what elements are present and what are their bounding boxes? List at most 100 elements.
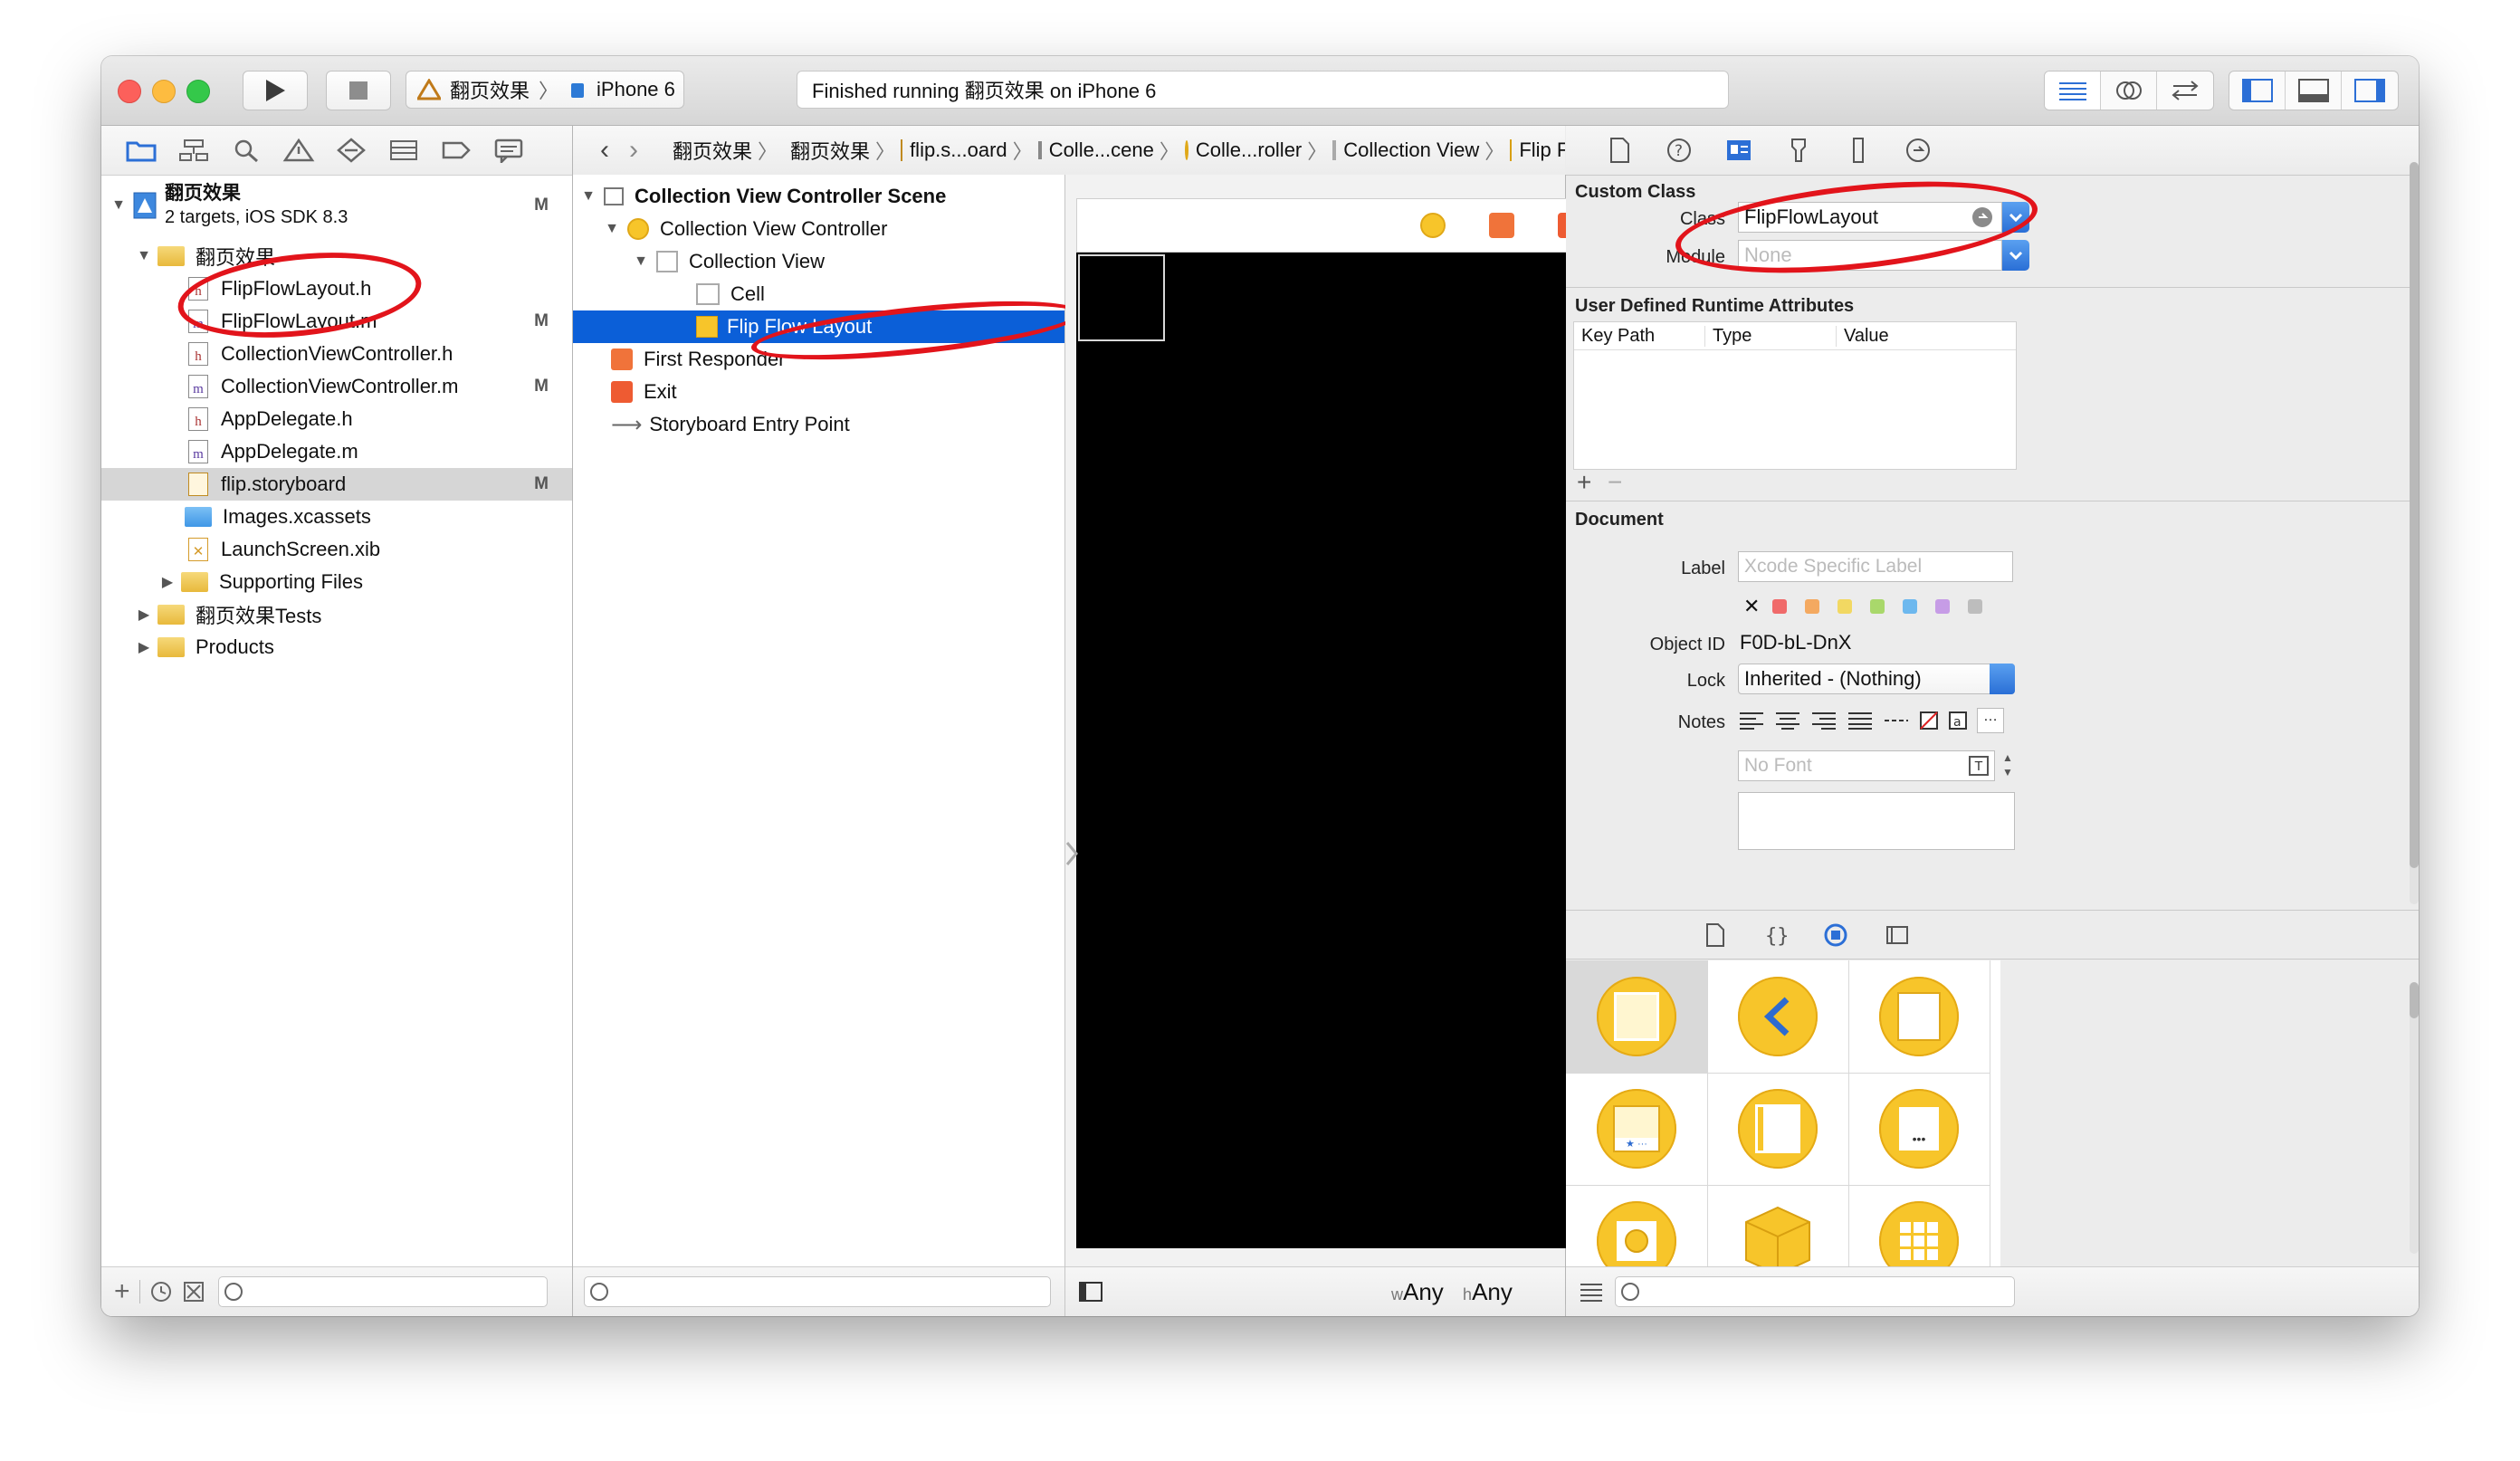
column-header-key-path[interactable]: Key Path [1574,325,1705,347]
attributes-inspector-icon[interactable] [1785,137,1812,164]
lock-select[interactable]: Inherited - (Nothing) [1738,664,2015,694]
outline-scene-row[interactable]: ▼ Collection View Controller Scene [573,180,1064,213]
align-right-icon[interactable] [1810,711,1838,730]
collection-cell-placeholder[interactable] [1078,254,1165,341]
inspector-scrollbar[interactable] [2410,162,2419,904]
library-filter-input[interactable] [1615,1276,2015,1307]
scrollbar-thumb[interactable] [2410,982,2419,1018]
library-item-page-view-controller[interactable]: ••• [1848,1073,1990,1186]
help-icon[interactable]: ? [1666,137,1693,164]
remove-attribute-icon[interactable]: − [1608,468,1622,497]
color-swatch-gray[interactable] [1968,599,1983,614]
scheme-selector[interactable]: 翻页效果 〉 iPhone 6 [406,71,684,109]
project-row[interactable]: ▼ 翻页效果 2 targets, iOS SDK 8.3 M [101,182,572,229]
module-dropdown-button[interactable] [2002,240,2029,271]
back-arrow-icon[interactable]: ‹ [600,135,609,166]
forward-arrow-icon[interactable]: › [629,135,638,166]
library-item-split-view-controller[interactable] [1707,1073,1849,1186]
outline-filter-input[interactable] [584,1276,1051,1307]
text-color-icon[interactable] [1919,711,1939,730]
font-size-stepper[interactable]: ▲ ▼ [2000,750,2015,781]
warning-triangle-icon[interactable] [282,138,315,163]
file-row[interactable]: h CollectionViewController.h [101,338,572,370]
zoom-window-button[interactable] [186,80,210,103]
align-left-icon[interactable] [1738,711,1765,730]
assistant-editor-button[interactable] [2101,72,2157,110]
outline-collection-view-row[interactable]: ▼ Collection View [573,245,1064,278]
file-template-icon[interactable] [1704,922,1727,948]
document-label-field[interactable]: Xcode Specific Label [1738,551,2013,582]
color-swatch-yellow[interactable] [1838,599,1853,614]
identity-inspector-icon[interactable] [1725,137,1752,164]
outline-toggle-icon[interactable] [1078,1281,1103,1303]
align-center-icon[interactable] [1774,711,1801,730]
disclosure-open-icon[interactable]: ▼ [602,221,622,237]
jump-item[interactable]: 翻页效果 [790,136,870,165]
recent-clock-icon[interactable] [149,1280,173,1303]
jump-item[interactable]: Collection View [1343,138,1479,162]
file-row[interactable]: ✕ LaunchScreen.xib [101,533,572,566]
connections-inspector-icon[interactable] [1904,137,1932,164]
symbol-hierarchy-icon[interactable] [177,138,210,163]
color-swatch-blue[interactable] [1903,599,1918,614]
file-inspector-icon[interactable] [1606,137,1633,164]
toggle-utilities-button[interactable] [2342,72,2398,110]
code-snippet-braces-icon[interactable]: {} [1763,922,1787,948]
navigator-filter-input[interactable] [217,1276,548,1307]
outline-exit-row[interactable]: Exit [573,376,1064,408]
view-controller-icon[interactable] [1420,213,1446,238]
column-header-value[interactable]: Value [1837,326,1889,347]
disclosure-closed-icon[interactable]: ▶ [134,606,154,624]
folder-icon[interactable] [125,138,158,163]
outline-entry-point-row[interactable]: ⟶ Storyboard Entry Point [573,408,1064,441]
library-item-table-view-controller[interactable] [1848,960,1990,1074]
file-row[interactable]: m AppDelegate.m [101,435,572,468]
library-item-glkit-view-controller[interactable] [1566,1185,1708,1270]
size-class-control[interactable]: wAny hAny [1391,1278,1513,1306]
first-responder-cube-icon[interactable] [1489,213,1514,238]
notes-text-area[interactable] [1738,792,2015,850]
color-swatch-green[interactable] [1870,599,1885,614]
stop-button[interactable] [326,71,391,110]
size-inspector-icon[interactable] [1845,137,1872,164]
add-icon[interactable]: + [114,1276,130,1307]
breakpoint-icon[interactable] [440,138,472,163]
jump-item[interactable]: Colle...roller [1196,138,1302,162]
test-diamond-icon[interactable] [335,138,368,163]
library-scrollbar[interactable] [2410,982,2419,1254]
object-library-icon[interactable] [1823,922,1848,948]
toggle-debug-area-button[interactable] [2286,72,2342,110]
close-window-button[interactable] [118,80,141,103]
jump-item[interactable]: Colle...cene [1049,138,1154,162]
file-row[interactable]: h AppDelegate.h [101,403,572,435]
library-item-object[interactable] [1707,1185,1849,1270]
jump-item[interactable]: flip.s...oard [910,138,1007,162]
clear-color-icon[interactable]: ✕ [1743,595,1760,618]
disclosure-open-icon[interactable]: ▼ [109,197,129,214]
file-row[interactable]: m CollectionViewController.m M [101,370,572,403]
disclosure-open-icon[interactable]: ▼ [578,188,598,205]
standard-editor-button[interactable] [2045,72,2101,110]
add-attribute-icon[interactable]: + [1577,468,1591,497]
search-icon[interactable] [230,138,262,163]
text-style-icon[interactable]: a [1948,711,1968,730]
version-editor-button[interactable] [2157,72,2213,110]
library-item-collection-view-controller[interactable] [1848,1185,1990,1270]
media-library-icon[interactable] [1885,922,1910,948]
source-control-filter-icon[interactable] [182,1280,205,1303]
group-row[interactable]: ▶ 翻页效果Tests [101,598,572,631]
library-item-tab-bar-controller[interactable]: ★ ··· [1566,1073,1708,1186]
outline-controller-row[interactable]: ▼ Collection View Controller [573,213,1064,245]
run-button[interactable] [243,71,308,110]
library-item-navigation-controller[interactable] [1707,960,1849,1074]
notes-font-field[interactable]: No Font T [1738,750,1995,781]
file-row[interactable]: Images.xcassets [101,501,572,533]
align-natural-icon[interactable] [1883,711,1910,730]
disclosure-closed-icon[interactable]: ▶ [134,638,154,656]
jump-item[interactable]: Flip Flow Layout [1519,138,1565,162]
debug-gauge-icon[interactable] [387,138,420,163]
runtime-attributes-table[interactable]: Key Path Type Value [1573,321,2017,470]
toggle-navigator-button[interactable] [2229,72,2286,110]
disclosure-open-icon[interactable]: ▼ [134,248,154,264]
column-header-type[interactable]: Type [1705,325,1837,347]
